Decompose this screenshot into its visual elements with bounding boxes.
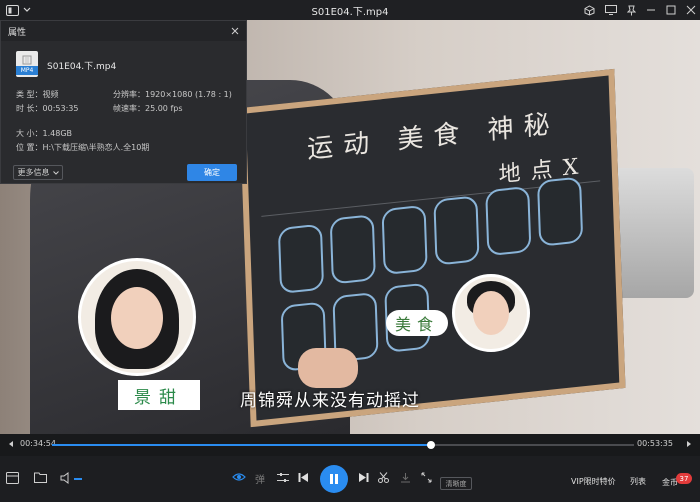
hand [298,348,358,388]
ok-button[interactable]: 确定 [187,164,237,181]
tag-male-food: 美食 [386,310,448,336]
prop-duration: 时 长：00:53:35 [16,104,79,113]
quality-button[interactable]: 清晰度 [440,477,472,490]
dialog-title: 属性 [8,27,27,38]
prop-framerate: 帧速率：25.00 fps [113,104,183,113]
elapsed-time: 00:34:54 [20,439,56,448]
avatar-male [452,274,530,352]
dialog-file-name: S01E04.下.mp4 [47,62,117,72]
playlist-button[interactable]: 列表 [630,476,646,487]
danmaku-button[interactable]: 弹 [255,471,265,486]
eye-icon[interactable] [232,471,246,483]
dialog-close-icon[interactable] [231,27,239,35]
progress-bar-row: 00:34:54 00:53:35 [0,434,700,456]
notification-badge: 37 [676,473,692,484]
pin-icon[interactable] [627,5,636,16]
file-type-icon: MP4 [16,51,38,77]
seek-handle[interactable] [426,441,435,449]
playlist-panel-icon[interactable] [6,472,19,484]
maximize-icon[interactable] [666,5,676,15]
more-info-button[interactable]: 更多信息 [13,165,63,180]
file-type-badge: MP4 [16,66,38,75]
rewind-icon[interactable] [6,440,14,448]
subtitle-text: 周锦舜从来没有动摇过 [240,391,420,411]
previous-icon[interactable] [298,472,309,483]
close-icon[interactable] [686,5,696,15]
tag-female-name: 景甜 [118,380,200,410]
app-menu[interactable] [0,4,31,16]
volume-icon[interactable] [60,472,72,484]
total-time: 00:53:35 [637,439,673,448]
app-logo-icon [6,4,19,16]
vip-promo-link[interactable]: VIP限时特价 [571,476,616,487]
seek-fill [52,444,431,446]
forward-icon[interactable] [686,440,694,448]
volume-slider[interactable] [74,478,82,480]
avatar-female [78,258,196,376]
prop-location: 位 置：H:\下载压缩\半熟恋人.全10期 [16,143,150,152]
settings-sliders-icon[interactable] [277,472,289,483]
seek-track[interactable] [52,441,634,449]
chevron-down-icon [52,170,59,175]
chevron-down-icon [23,7,31,13]
next-icon[interactable] [358,472,369,483]
control-bar: 弹 清晰度 VIP限时特价 列表 金币 37 [0,456,700,502]
fullscreen-arrows-icon[interactable] [421,472,432,483]
scissors-icon[interactable] [378,472,389,483]
prop-type: 类 型：视频 [16,90,59,99]
cube-icon[interactable] [584,4,595,16]
more-info-label: 更多信息 [17,168,50,177]
properties-dialog: 属性 MP4 S01E04.下.mp4 类 型：视频 时 长：00:53:35 … [0,20,247,184]
prop-resolution: 分辨率：1920×1080 (1.78 : 1) [113,90,232,99]
download-icon[interactable] [400,472,411,483]
prop-size: 大 小：1.48GB [16,129,73,138]
title-bar: S01E04.下.mp4 [0,0,700,20]
minimize-icon[interactable] [646,5,656,15]
pause-icon [329,473,339,485]
folder-icon[interactable] [34,472,47,483]
pause-button[interactable] [320,465,348,493]
screen-icon[interactable] [605,5,617,15]
